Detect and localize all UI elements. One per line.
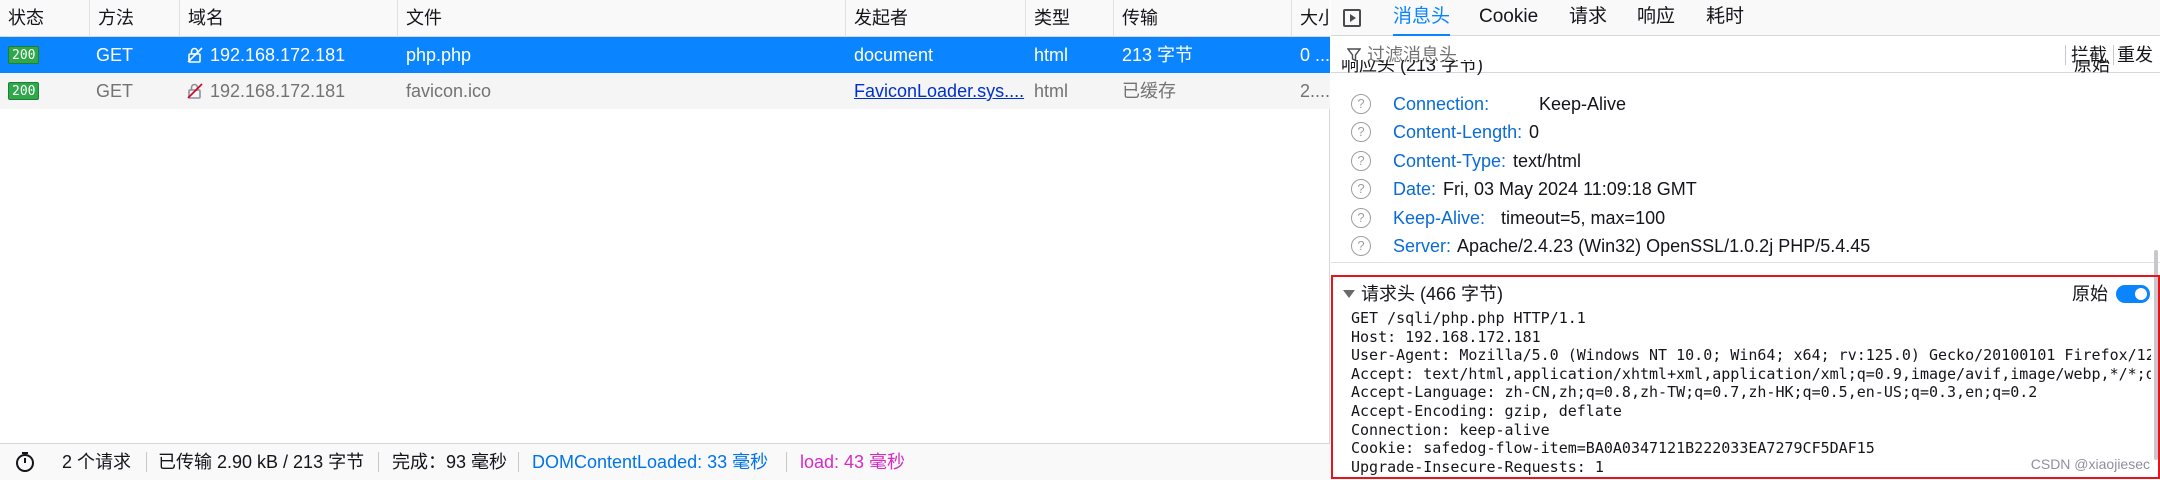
- finish-time: 完成：93 毫秒: [392, 452, 508, 472]
- raw-header-line: User-Agent: Mozilla/5.0 (Windows NT 10.0…: [1351, 346, 2151, 365]
- tab-request[interactable]: 请求: [1569, 0, 1607, 36]
- request-headers-title: 请求头 (466 字节): [1361, 284, 1504, 304]
- request-list-panel: 状态 方法 域名 文件 发起者 类型 传输 大小 200 GET 192.168…: [0, 0, 1330, 480]
- request-details-panel: 消息头 Cookie 请求 响应 耗时 拦截 重发 响应头 (213 字节) 原…: [1331, 0, 2160, 480]
- header-name: Date:: [1393, 179, 1437, 199]
- column-domain[interactable]: 域名: [180, 0, 398, 37]
- request-row[interactable]: 200 GET 192.168.172.181 favicon.ico Favi…: [0, 73, 1330, 109]
- divider: [1331, 262, 2160, 263]
- column-initiator[interactable]: 发起者: [846, 0, 1026, 37]
- raw-header-line: Accept-Language: zh-CN,zh;q=0.8,zh-TW;q=…: [1351, 383, 2038, 402]
- request-transferred: 已缓存: [1122, 81, 1176, 101]
- transferred-summary: 已传输 2.90 kB / 213 字节: [158, 452, 365, 472]
- request-domain: 192.168.172.181: [210, 81, 346, 101]
- request-size: 0 ...: [1300, 45, 1330, 65]
- divider: [378, 452, 379, 472]
- request-initiator: document: [854, 45, 934, 65]
- column-method[interactable]: 方法: [90, 0, 180, 37]
- request-domain-cell: 192.168.172.181: [180, 73, 398, 109]
- response-raw-label: 原始: [2074, 60, 2110, 75]
- watermark: CSDN @xiaojiesec: [2030, 456, 2150, 472]
- network-monitor: 状态 方法 域名 文件 发起者 类型 传输 大小 200 GET 192.168…: [0, 0, 2160, 480]
- chevron-down-icon: [1343, 290, 1355, 298]
- request-method: GET: [96, 81, 134, 101]
- response-headers-title[interactable]: 响应头 (213 字节): [1341, 60, 1483, 80]
- header-value: 0: [1529, 122, 1540, 142]
- summary-statusbar: 2 个请求 已传输 2.90 kB / 213 字节 完成：93 毫秒 DOMC…: [0, 443, 1330, 480]
- insecure-lock-icon: [187, 83, 203, 99]
- raw-header-line: Accept-Encoding: gzip, deflate: [1351, 401, 1622, 420]
- response-header-row[interactable]: ? Keep-Alive: timeout=5, max=100: [1331, 204, 2160, 232]
- divider: [786, 452, 787, 472]
- header-name: Keep-Alive:: [1393, 208, 1486, 228]
- request-initiator-cell: FaviconLoader.sys....: [846, 73, 1026, 109]
- tab-headers[interactable]: 消息头: [1393, 0, 1451, 36]
- response-header-row[interactable]: ? Content-Length: 0: [1331, 118, 2160, 146]
- raw-header-line: Connection: keep-alive: [1351, 420, 1550, 439]
- request-transferred: 213 字节: [1122, 45, 1194, 65]
- request-headers-title-wrap[interactable]: 请求头 (466 字节): [1343, 279, 1503, 309]
- column-header-bar: 状态 方法 域名 文件 发起者 类型 传输 大小: [0, 0, 1330, 37]
- header-name: Content-Type:: [1393, 151, 1507, 171]
- request-type: html: [1034, 81, 1069, 101]
- help-icon[interactable]: ?: [1351, 94, 1371, 114]
- header-value: Fri, 03 May 2024 11:09:18 GMT: [1443, 179, 1697, 199]
- details-tabbar: 消息头 Cookie 请求 响应 耗时: [1331, 0, 2160, 36]
- response-headers-title-partial: 响应头 (213 字节) 原始: [1331, 60, 2160, 80]
- request-headers-section: 请求头 (466 字节) 原始 GET /sqli/php.php HTTP/1…: [1331, 275, 2160, 479]
- response-header-row[interactable]: ? Date: Fri, 03 May 2024 11:09:18 GMT: [1331, 175, 2160, 203]
- divider: [518, 452, 519, 472]
- request-type: html: [1034, 45, 1069, 65]
- request-domain-cell: 192.168.172.181: [180, 37, 398, 73]
- toggle-panel-icon[interactable]: [1343, 9, 1361, 27]
- response-header-row[interactable]: ? Content-Type: text/html: [1331, 147, 2160, 175]
- help-icon[interactable]: ?: [1351, 122, 1371, 142]
- initiator-link[interactable]: FaviconLoader.sys....: [854, 81, 1024, 101]
- tab-timings[interactable]: 耗时: [1706, 0, 1744, 36]
- column-transferred[interactable]: 传输: [1114, 0, 1292, 37]
- help-icon[interactable]: ?: [1351, 236, 1371, 256]
- domcontentloaded-time: DOMContentLoaded: 33 毫秒: [532, 452, 769, 472]
- raw-label: 原始: [2072, 284, 2108, 304]
- column-type[interactable]: 类型: [1026, 0, 1114, 37]
- response-header-row[interactable]: ? Connection: Keep-Alive: [1331, 90, 2160, 118]
- insecure-lock-icon: [187, 47, 203, 63]
- raw-header-line: Accept: text/html,application/xhtml+xml,…: [1351, 364, 2151, 383]
- tab-cookie[interactable]: Cookie: [1479, 0, 1538, 36]
- tab-response[interactable]: 响应: [1637, 0, 1675, 36]
- raw-toggle[interactable]: [2116, 285, 2150, 303]
- request-method: GET: [96, 45, 134, 65]
- header-value: timeout=5, max=100: [1501, 208, 1666, 228]
- divider: [146, 452, 147, 472]
- request-count: 2 个请求: [62, 452, 132, 472]
- status-badge: 200: [8, 82, 40, 100]
- help-icon[interactable]: ?: [1351, 179, 1371, 199]
- column-size[interactable]: 大小: [1292, 0, 1330, 37]
- header-value: text/html: [1513, 151, 1582, 171]
- request-size: 2....: [1300, 81, 1330, 101]
- help-icon[interactable]: ?: [1351, 151, 1371, 171]
- column-status[interactable]: 状态: [0, 0, 90, 37]
- request-domain: 192.168.172.181: [210, 45, 346, 65]
- status-badge: 200: [8, 46, 40, 64]
- raw-header-line: GET /sqli/php.php HTTP/1.1: [1351, 309, 1586, 327]
- header-value: Keep-Alive: [1539, 94, 1627, 114]
- load-time: load: 43 毫秒: [800, 452, 906, 472]
- raw-header-line: Cookie: safedog-flow-item=BA0A0347121B22…: [1351, 439, 1875, 458]
- header-value: Apache/2.4.23 (Win32) OpenSSL/1.0.2j PHP…: [1457, 236, 1871, 256]
- column-file[interactable]: 文件: [398, 0, 846, 37]
- header-name: Connection:: [1393, 94, 1490, 114]
- header-name: Server:: [1393, 236, 1452, 256]
- header-name: Content-Length:: [1393, 122, 1523, 142]
- raw-request-headers: GET /sqli/php.php HTTP/1.1 Host: 192.168…: [1351, 309, 2151, 477]
- stopwatch-icon[interactable]: [14, 451, 36, 473]
- response-header-row[interactable]: ? Server: Apache/2.4.23 (Win32) OpenSSL/…: [1331, 232, 2160, 260]
- request-row[interactable]: 200 GET 192.168.172.181 php.php document…: [0, 37, 1330, 73]
- raw-header-line: Host: 192.168.172.181: [1351, 327, 1541, 346]
- request-file: php.php: [406, 45, 472, 65]
- request-file: favicon.ico: [406, 81, 492, 101]
- help-icon[interactable]: ?: [1351, 208, 1371, 228]
